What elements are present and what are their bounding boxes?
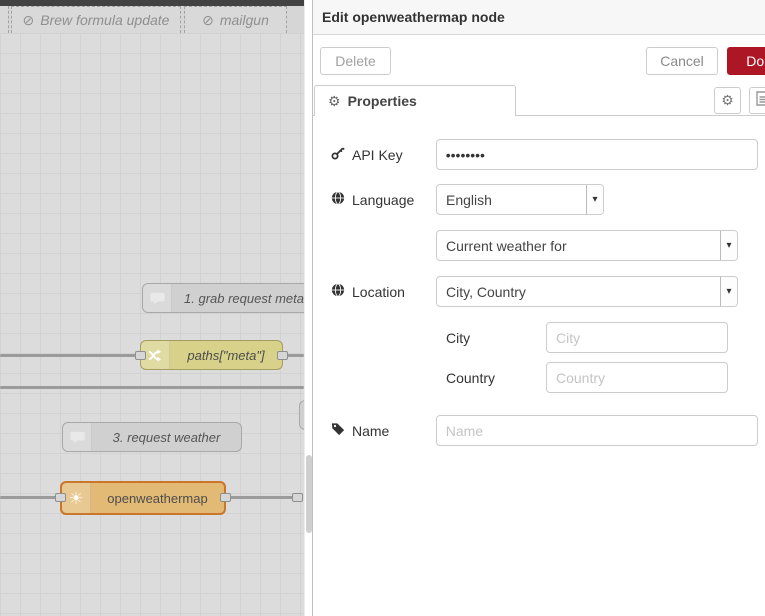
name-input[interactable] (436, 415, 758, 446)
city-label: City (446, 330, 546, 346)
canvas-vertical-scrollbar[interactable] (304, 0, 312, 616)
wire[interactable] (0, 496, 60, 499)
disabled-flow-icon: ⊘ (23, 13, 35, 27)
globe-icon (331, 191, 345, 208)
language-label: Language (331, 191, 436, 208)
weather-type-select-value: Current weather for (437, 231, 720, 260)
node-change-paths-meta[interactable]: paths["meta"] (140, 340, 283, 370)
form-row-name: Name (331, 415, 758, 446)
output-port[interactable] (220, 493, 231, 502)
document-icon (756, 91, 765, 111)
edit-node-dialog: Edit openweathermap node Delete Cancel D… (312, 0, 765, 616)
gear-icon: ⚙ (328, 93, 341, 110)
api-key-input[interactable] (436, 139, 758, 170)
weather-type-select[interactable]: Current weather for ▾ (436, 230, 738, 261)
cancel-button[interactable]: Cancel (646, 47, 718, 75)
node-label: 3. request weather (92, 430, 241, 445)
gear-icon: ⚙ (721, 92, 734, 109)
tab-properties-label: Properties (348, 93, 417, 109)
form-row-weather-type: Current weather for ▾ (331, 230, 758, 261)
sun-icon: ☀ (62, 483, 91, 513)
country-input[interactable] (546, 362, 728, 393)
form-row-country: Country (331, 362, 758, 393)
node-comment-grab-request-meta[interactable]: 1. grab request meta (142, 283, 304, 313)
key-icon (331, 146, 345, 163)
output-port[interactable] (277, 351, 288, 360)
wire[interactable] (226, 496, 298, 499)
done-button[interactable]: Done (727, 47, 765, 75)
dropdown-arrow-icon: ▾ (586, 185, 603, 214)
flow-workspace: ⊘ Brew formula update ⊘ mailgun 1. grab … (0, 0, 312, 616)
language-select-value: English (437, 185, 586, 214)
node-red-app: ⊘ Brew formula update ⊘ mailgun 1. grab … (0, 0, 765, 616)
city-input[interactable] (546, 322, 728, 353)
location-select-value: City, Country (437, 277, 720, 306)
api-key-label: API Key (331, 146, 436, 163)
form-row-api-key: API Key (331, 139, 758, 170)
wire[interactable] (0, 354, 142, 357)
country-label: Country (446, 370, 546, 386)
input-port-next-node[interactable] (292, 493, 303, 502)
delete-button[interactable]: Delete (320, 47, 391, 75)
wire[interactable] (0, 386, 304, 389)
language-select[interactable]: English ▾ (436, 184, 604, 215)
input-port[interactable] (135, 351, 146, 360)
tag-icon (331, 422, 345, 439)
node-label: 1. grab request meta (172, 291, 304, 306)
node-label: paths["meta"] (170, 348, 282, 363)
form-row-language: Language English ▾ (331, 184, 758, 215)
form-row-city: City (331, 322, 758, 353)
location-label: Location (331, 283, 436, 300)
flow-tab-bar: ⊘ Brew formula update ⊘ mailgun (0, 6, 312, 33)
tab-properties[interactable]: ⚙ Properties (314, 85, 516, 116)
flow-canvas[interactable]: 1. grab request meta paths["meta"] (0, 33, 304, 616)
disabled-flow-icon: ⊘ (202, 13, 214, 27)
dropdown-arrow-icon: ▾ (720, 277, 737, 306)
globe-icon (331, 283, 345, 300)
node-comment-request-weather[interactable]: 3. request weather (62, 422, 242, 452)
editor-tab-bar: ⚙ Properties ⚙ (313, 85, 765, 116)
dropdown-arrow-icon: ▾ (720, 231, 737, 260)
comment-icon (143, 284, 172, 312)
flow-tab-mailgun[interactable]: ⊘ mailgun (184, 6, 287, 33)
dialog-title: Edit openweathermap node (313, 0, 765, 35)
flow-tab-label: Brew formula update (40, 12, 169, 28)
node-openweathermap[interactable]: ☀ openweathermap (60, 481, 226, 515)
node-settings-button[interactable]: ⚙ (714, 87, 741, 114)
node-properties-form: API Key Language English ▾ (313, 116, 765, 446)
flow-tab-label: mailgun (220, 12, 269, 28)
flow-tab-partial[interactable] (0, 6, 9, 33)
dialog-toolbar: Delete Cancel Done (313, 35, 765, 85)
node-description-button[interactable] (749, 87, 765, 114)
flow-tab-brew-formula-update[interactable]: ⊘ Brew formula update (11, 6, 181, 33)
name-label: Name (331, 422, 436, 439)
location-select[interactable]: City, Country ▾ (436, 276, 738, 307)
node-label: openweathermap (91, 491, 224, 506)
comment-icon (63, 423, 92, 451)
form-row-location: Location City, Country ▾ (331, 276, 758, 307)
input-port[interactable] (55, 493, 66, 502)
